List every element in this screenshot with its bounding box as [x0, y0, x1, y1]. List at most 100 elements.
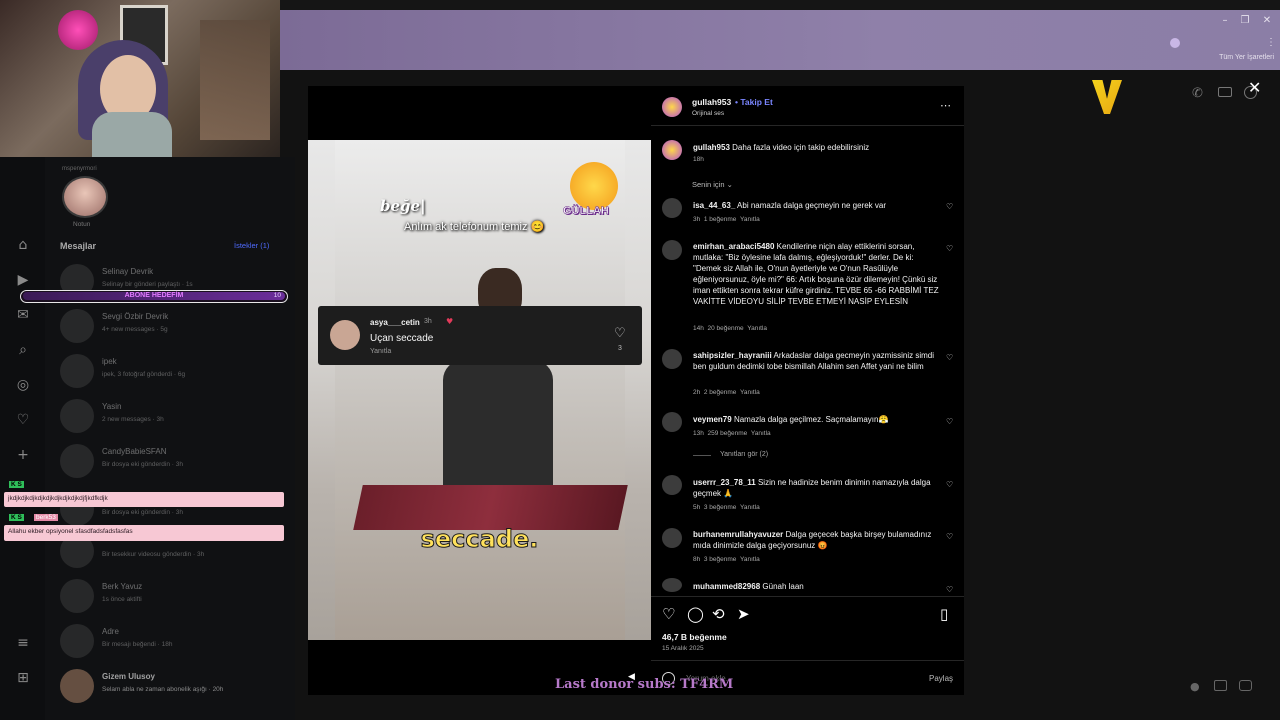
comment-user[interactable]: muhammed82968	[693, 582, 760, 591]
comment-icon[interactable]: ◯	[687, 605, 704, 623]
list-item[interactable]: Adre Bir mesajı beğendi · 18h	[58, 622, 288, 662]
profile-avatar[interactable]	[1170, 38, 1180, 48]
comment-likes[interactable]: 3 beğenme	[704, 504, 737, 511]
messenger-icon[interactable]: ✉	[14, 307, 32, 325]
avatar[interactable]	[662, 528, 682, 548]
list-item[interactable]: Sevgi Özbir Devrik 4+ new messages · 5g	[58, 307, 288, 347]
like-heart-icon[interactable]: ♡	[946, 417, 953, 426]
author-avatar[interactable]	[662, 97, 682, 117]
more-options-icon[interactable]: ⋯	[940, 99, 951, 112]
post-date: 15 Aralık 2025	[662, 645, 704, 652]
share-post-button[interactable]: Paylaş	[929, 674, 953, 683]
reply-link[interactable]: Yanıtla	[740, 389, 760, 396]
dm-preview: 2 new messages · 3h	[102, 416, 164, 423]
avatar[interactable]	[662, 412, 682, 432]
mic-icon[interactable]: ●	[1190, 680, 1200, 693]
avatar[interactable]	[662, 349, 682, 369]
sort-label: Senin için	[692, 180, 725, 189]
goal-label: ABONE HEDEFİM	[124, 292, 184, 299]
comment-user[interactable]: emirhan_arabaci5480	[693, 242, 774, 251]
like-heart-icon[interactable]: ♡	[946, 202, 953, 211]
comment-likes[interactable]: 3 beğenme	[704, 556, 737, 563]
heart-icon[interactable]: ♡	[14, 412, 32, 430]
apps-icon[interactable]: ⊞	[14, 670, 32, 688]
browser-toolbar: – ❐ ✕ ⋮ Tüm Yer İşaretleri	[280, 10, 1280, 70]
dm-name: Sevgi Özbir Devrik	[102, 312, 169, 321]
avatar[interactable]	[662, 240, 682, 260]
comment-user[interactable]: veymen79	[693, 415, 732, 424]
author-name[interactable]: gullah953	[692, 97, 731, 107]
menu-kebab-icon[interactable]: ⋮	[1266, 37, 1276, 48]
comment: sahipsizler_hayraniii Arkadaslar dalga g…	[693, 350, 943, 372]
avatar	[60, 579, 94, 613]
reply-link[interactable]: Yanıtla	[370, 348, 391, 355]
caption-author[interactable]: gullah953	[693, 143, 730, 152]
requests-link[interactable]: İstekler (1)	[234, 241, 269, 250]
note-avatar[interactable]	[62, 176, 108, 218]
comment-meta: 5h 3 beğenme Yanıtla	[693, 504, 760, 511]
avatar[interactable]	[662, 475, 682, 495]
like-heart-icon[interactable]: ♡	[614, 326, 626, 341]
list-item[interactable]: Yasin 2 new messages · 3h	[58, 397, 288, 437]
note-label: Notun	[73, 221, 91, 228]
list-item[interactable]: Gizem Ulusoy Selam abla ne zaman abonelik…	[58, 667, 288, 707]
reply-link[interactable]: Yanıtla	[747, 325, 767, 332]
image-icon[interactable]	[1214, 680, 1227, 691]
browser-top-strip	[280, 0, 1280, 10]
reels-icon[interactable]: ▶	[14, 272, 32, 290]
comment-user[interactable]: sahipsizler_hayraniii	[693, 351, 772, 360]
restore-icon[interactable]: ❐	[1236, 14, 1254, 28]
video-bottom-caption: seccade.	[420, 525, 539, 554]
save-bookmark-icon[interactable]: ▯	[940, 605, 948, 623]
avatar[interactable]	[662, 578, 682, 592]
like-heart-icon[interactable]: ♡	[946, 585, 953, 594]
minimize-icon[interactable]: –	[1216, 14, 1234, 28]
like-heart-icon[interactable]: ♡	[946, 353, 953, 362]
close-window-icon[interactable]: ✕	[1258, 14, 1276, 28]
comment-user[interactable]: userrr_23_78_11	[693, 478, 756, 487]
close-modal-icon[interactable]: ✕	[1248, 78, 1261, 97]
list-item[interactable]: ipek ipek, 3 fotoğraf gönderdi · 6g	[58, 352, 288, 392]
sort-dropdown[interactable]: Senin için ⌄	[692, 180, 733, 189]
view-replies-link[interactable]: Yanıtları gör (2)	[720, 451, 768, 458]
comment-likes[interactable]: 1 beğenme	[704, 216, 737, 223]
comment-likes[interactable]: 20 beğenme	[707, 325, 743, 332]
sticker-icon[interactable]	[1239, 680, 1252, 691]
bookmarks-label[interactable]: Tüm Yer İşaretleri	[1219, 54, 1274, 61]
like-heart-icon[interactable]: ♡	[946, 480, 953, 489]
chat-text: jkdjkdjkdjkdjkdjkdjkdjkdjkdjfjkdfkdjk	[4, 492, 284, 507]
more-menu-icon[interactable]: ≡	[14, 635, 32, 653]
comment-likes[interactable]: 2 beğenme	[704, 389, 737, 396]
video-call-icon[interactable]	[1218, 87, 1232, 97]
list-item[interactable]: CandyBabieSFAN Bir dosya eki gönderdin · …	[58, 442, 288, 482]
home-icon[interactable]: ⌂	[14, 237, 32, 255]
avatar[interactable]	[662, 198, 682, 218]
video-caption: Anlım ak telefonum temiz 😊	[404, 221, 545, 233]
likes-total[interactable]: 46,7 B beğenme	[662, 632, 727, 642]
comment-user[interactable]: isa_44_63_	[693, 201, 735, 210]
comment-likes[interactable]: 259 beğenme	[707, 430, 747, 437]
avatar	[60, 399, 94, 433]
reply-link[interactable]: Yanıtla	[740, 216, 760, 223]
like-icon[interactable]: ♡	[662, 605, 675, 623]
like-heart-icon[interactable]: ♡	[946, 532, 953, 541]
like-heart-icon[interactable]: ♡	[946, 244, 953, 253]
repost-icon[interactable]: ⟲	[712, 605, 725, 623]
prayer-rug	[353, 485, 628, 530]
follow-button[interactable]: • Takip Et	[735, 97, 773, 107]
create-icon[interactable]: +	[14, 447, 32, 465]
phone-icon[interactable]: ✆	[1192, 86, 1203, 101]
list-item[interactable]: Berk Yavuz 1s önce aktifti	[58, 577, 288, 617]
comment-user[interactable]: burhanemrullahyavuzer	[693, 530, 783, 539]
chat-message: K S berk53 Allahu ekber opsiyonel sfasdf…	[4, 514, 284, 542]
reply-link[interactable]: Yanıtla	[751, 430, 771, 437]
dm-preview: ipek, 3 fotoğraf gönderdi · 6g	[102, 371, 186, 378]
explore-icon[interactable]: ◎	[14, 377, 32, 395]
shelf	[200, 20, 270, 140]
video-frame: beğe| Anlım ak telefonum temiz 😊 GÜLLAH …	[308, 140, 651, 640]
dm-name: Gizem Ulusoy	[102, 672, 155, 681]
search-icon[interactable]: ⌕	[14, 342, 32, 360]
reply-link[interactable]: Yanıtla	[740, 504, 760, 511]
share-icon[interactable]: ➤	[737, 605, 750, 623]
reply-link[interactable]: Yanıtla	[740, 556, 760, 563]
